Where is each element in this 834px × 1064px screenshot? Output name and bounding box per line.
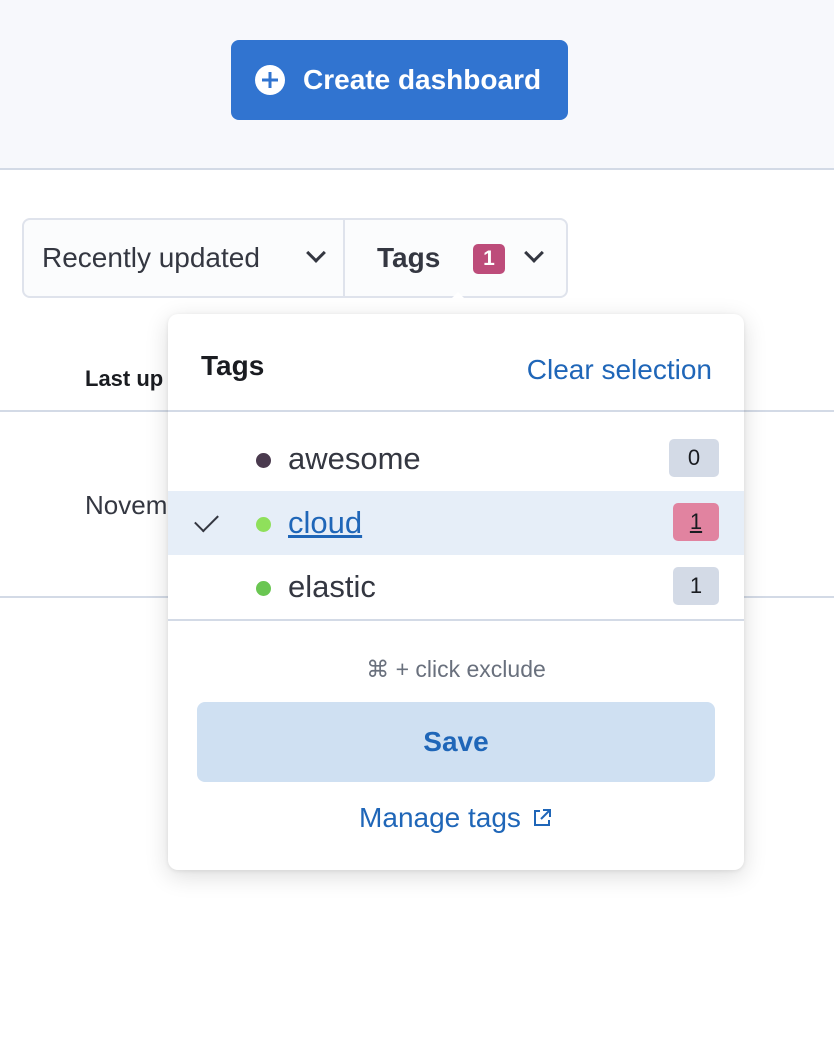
tags-popover: Tags Clear selection awesome 0 cloud 1 e… xyxy=(168,314,744,870)
sort-dropdown[interactable]: Recently updated xyxy=(24,220,345,296)
sort-label: Recently updated xyxy=(42,242,260,273)
exclude-hint: ⌘ + click exclude xyxy=(366,656,546,682)
tag-name: cloud xyxy=(288,505,363,540)
popover-divider xyxy=(168,410,744,412)
plus-circle-icon xyxy=(255,65,285,95)
clear-selection-link[interactable]: Clear selection xyxy=(527,354,712,386)
tag-name: elastic xyxy=(288,569,376,604)
tag-color-dot xyxy=(256,581,271,596)
page-header: Create dashboard xyxy=(0,0,834,170)
check-icon xyxy=(194,507,219,533)
manage-tags-label: Manage tags xyxy=(359,802,521,833)
tag-color-dot xyxy=(256,453,271,468)
tag-count-badge: 0 xyxy=(669,439,719,477)
chevron-down-icon xyxy=(524,243,544,263)
manage-tags-link[interactable]: Manage tags xyxy=(168,802,744,834)
tag-color-dot xyxy=(256,517,271,532)
table-cell-date: Novem xyxy=(85,490,168,520)
tag-name: awesome xyxy=(288,441,421,476)
tag-option-elastic[interactable]: elastic 1 xyxy=(168,555,744,619)
tag-count-badge: 1 xyxy=(673,567,719,605)
filter-group: Recently updated Tags 1 xyxy=(22,218,568,298)
tag-count-badge: 1 xyxy=(673,503,719,541)
save-button[interactable]: Save xyxy=(197,702,715,782)
tags-filter-label: Tags xyxy=(377,242,441,273)
create-dashboard-label: Create dashboard xyxy=(303,64,542,95)
popover-divider xyxy=(168,619,744,621)
popover-arrow xyxy=(436,292,480,314)
tags-active-count-badge: 1 xyxy=(473,244,505,274)
tag-option-awesome[interactable]: awesome 0 xyxy=(168,427,744,491)
create-dashboard-button[interactable]: Create dashboard xyxy=(231,40,568,120)
tags-filter-button[interactable]: Tags 1 xyxy=(345,220,566,296)
external-link-icon xyxy=(533,809,551,826)
popover-title: Tags xyxy=(201,350,265,381)
chevron-down-icon xyxy=(306,243,326,263)
tag-option-cloud[interactable]: cloud 1 xyxy=(168,491,744,555)
column-header-last-updated[interactable]: Last up xyxy=(85,366,163,392)
